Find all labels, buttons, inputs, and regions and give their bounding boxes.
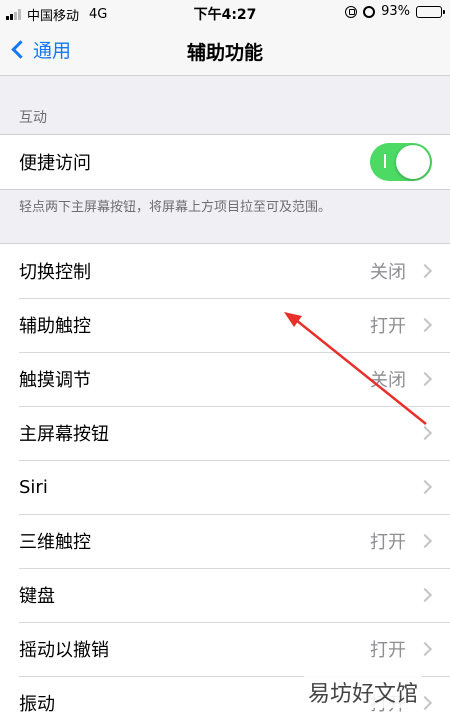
alarm-icon: [363, 5, 376, 18]
status-right: 93%: [345, 4, 445, 19]
setting-label: 摇动以撤销: [19, 640, 109, 661]
chevron-right-icon: [417, 479, 433, 495]
setting-label: 键盘: [19, 586, 55, 607]
battery-icon: [416, 5, 445, 18]
setting-row-touch-accommodations[interactable]: 触摸调节 关闭: [0, 352, 450, 406]
reachability-note: 轻点两下主屏幕按钮，将屏幕上方项目拉至可及范围。: [19, 200, 332, 215]
setting-row-assistive-touch[interactable]: 辅助触控 打开: [0, 298, 450, 352]
battery-percent: 93%: [381, 4, 410, 19]
setting-label: Siri: [19, 476, 48, 498]
setting-value: 打开: [370, 640, 406, 661]
setting-value: 关闭: [370, 370, 406, 391]
reachability-row[interactable]: 便捷访问: [0, 135, 450, 189]
setting-row-switch-control[interactable]: 切换控制 关闭: [0, 244, 450, 298]
setting-row-home-button[interactable]: 主屏幕按钮: [0, 406, 450, 460]
setting-label: 辅助触控: [19, 316, 91, 337]
setting-row-shake-to-undo[interactable]: 摇动以撤销 打开: [0, 622, 450, 676]
rotation-lock-icon: [345, 5, 358, 18]
setting-value: 打开: [370, 532, 406, 553]
setting-row-keyboard[interactable]: 键盘: [0, 568, 450, 622]
setting-label: 振动: [19, 694, 55, 715]
setting-row-siri[interactable]: Siri: [0, 460, 450, 514]
status-bar: 中国移动 4G 下午4:27 93%: [0, 0, 450, 26]
setting-row-3d-touch[interactable]: 三维触控 打开: [0, 514, 450, 568]
setting-label: 切换控制: [19, 262, 91, 283]
reachability-group: 便捷访问: [0, 134, 450, 190]
accessibility-settings-list: 切换控制 关闭 辅助触控 打开 触摸调节 关闭 主屏幕按钮 Siri 三维触控 …: [0, 243, 450, 720]
chevron-right-icon: [417, 317, 433, 333]
section-header-interaction: 互动: [19, 110, 47, 126]
setting-value: 关闭: [370, 262, 406, 283]
setting-value: 打开: [370, 316, 406, 337]
reachability-label: 便捷访问: [19, 153, 91, 174]
navigation-bar: 通用 辅助功能: [0, 26, 450, 76]
chevron-right-icon: [417, 587, 433, 603]
chevron-right-icon: [417, 371, 433, 387]
toggle-knob[interactable]: [396, 145, 430, 179]
chevron-right-icon: [417, 641, 433, 657]
watermark: 易坊好文馆: [303, 676, 422, 708]
chevron-right-icon: [417, 425, 433, 441]
toggle-on-mark: [384, 154, 386, 168]
page-title: 辅助功能: [186, 42, 263, 64]
setting-label: 主屏幕按钮: [19, 424, 109, 445]
chevron-right-icon: [417, 533, 433, 549]
setting-label: 触摸调节: [19, 370, 91, 391]
chevron-right-icon: [417, 263, 433, 279]
setting-label: 三维触控: [19, 532, 91, 553]
reachability-toggle[interactable]: [370, 143, 432, 181]
